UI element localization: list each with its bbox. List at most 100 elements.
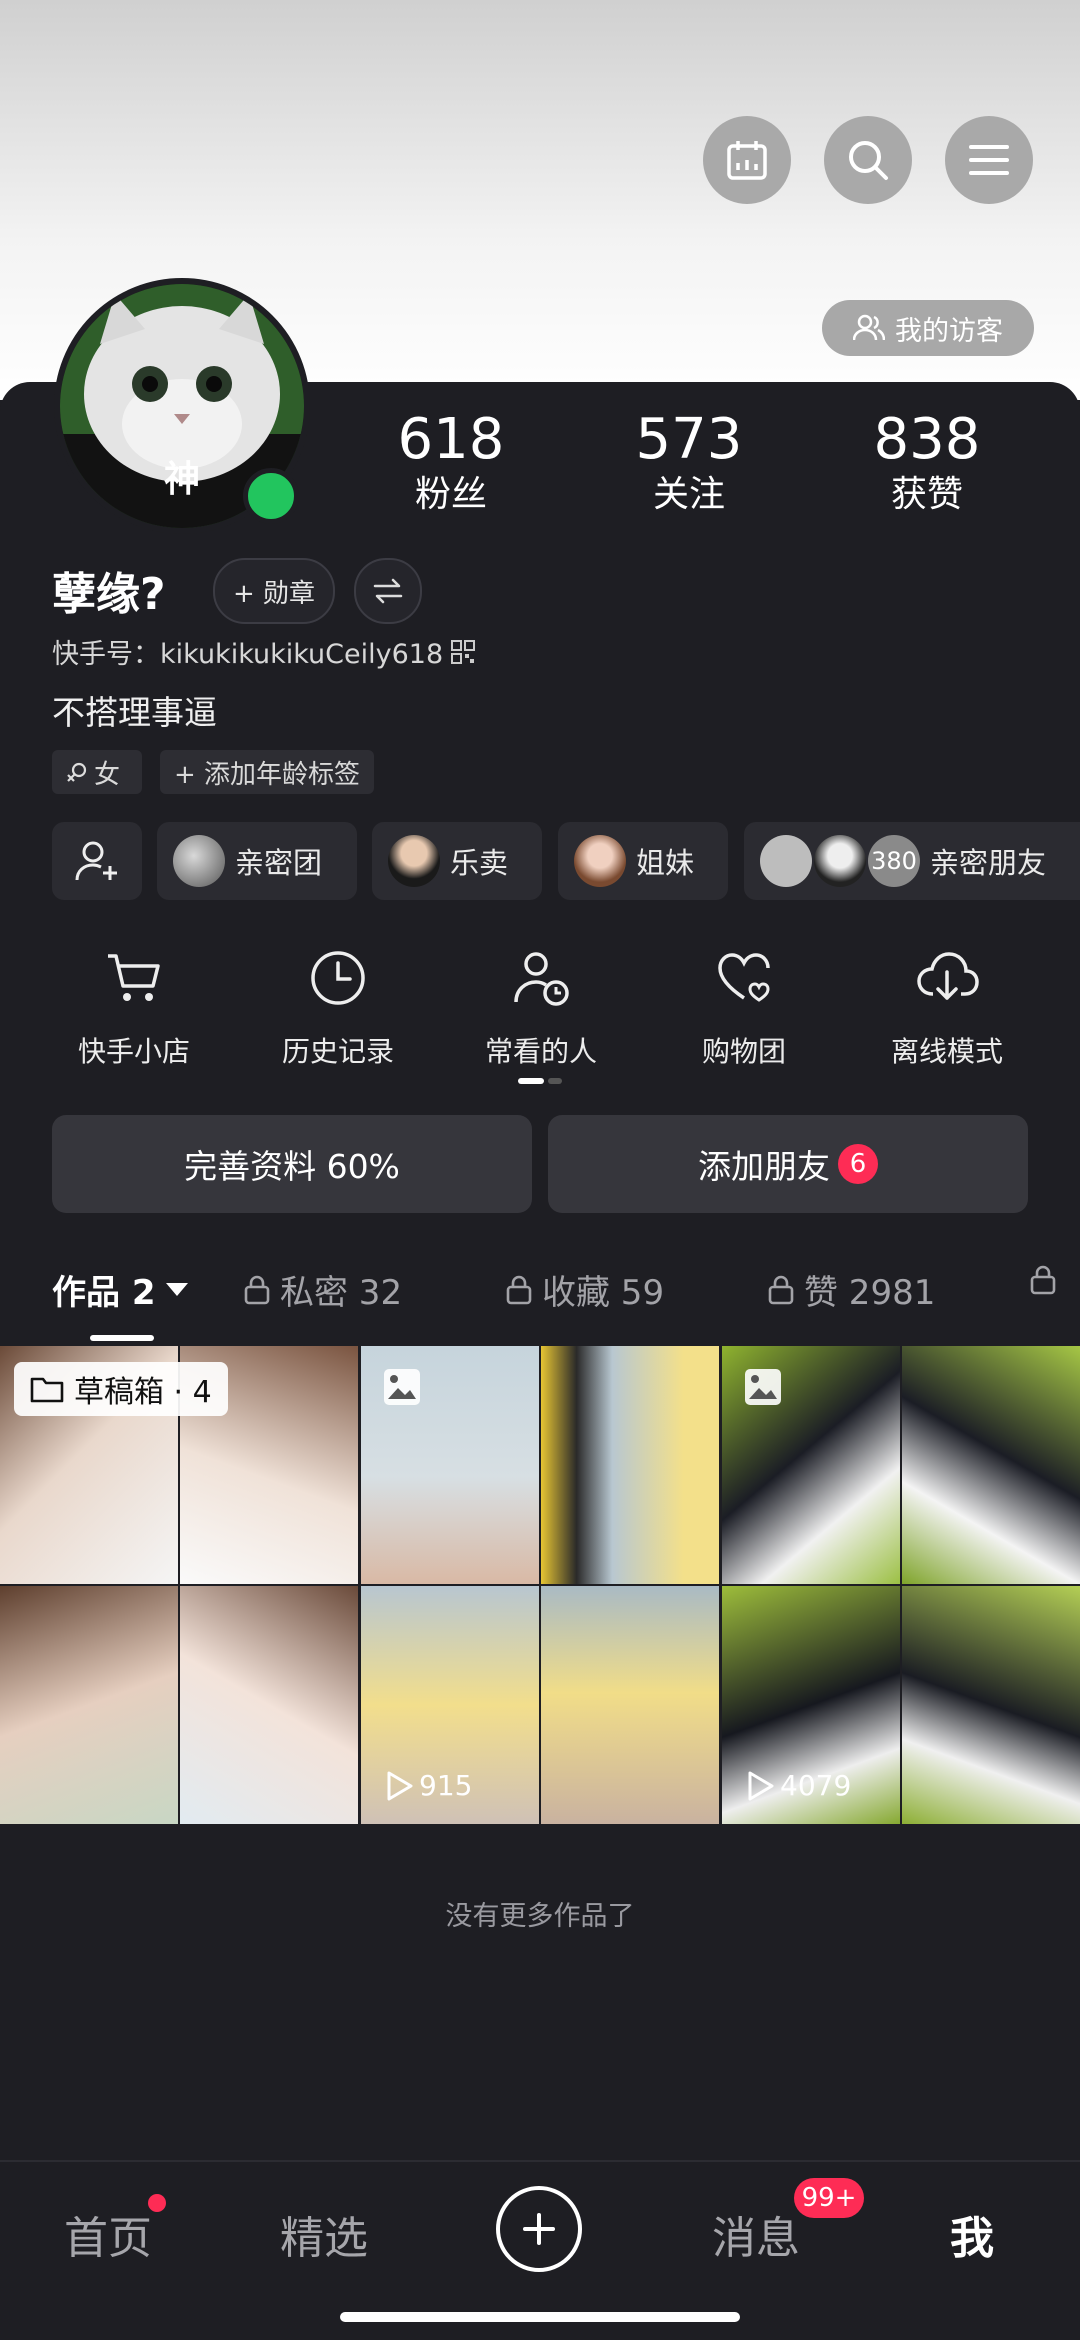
- nav-label: 我: [950, 2213, 994, 2264]
- tab-private[interactable]: 私密 32: [244, 1265, 402, 1314]
- function-label: 离线模式: [890, 1035, 1003, 1068]
- stat-following[interactable]: 573 关注: [589, 408, 789, 518]
- function-label: 历史记录: [281, 1035, 394, 1068]
- stat-likes[interactable]: 838 获赞: [827, 408, 1027, 518]
- thumbnail: [0, 1586, 178, 1824]
- nav-label: 首页: [64, 2213, 152, 2264]
- tab-works[interactable]: 作品 2: [52, 1265, 188, 1314]
- stat-label: 粉丝: [414, 474, 487, 515]
- group-avatar: [760, 835, 812, 887]
- thumbnail: [902, 1346, 1080, 1584]
- function-shopping-group[interactable]: 购物团: [664, 948, 824, 1070]
- thumbnail: [541, 1586, 719, 1824]
- tab-more[interactable]: [1030, 1265, 1056, 1295]
- work-tile-draft[interactable]: 草稿箱 · 4: [0, 1346, 358, 1824]
- tab-favorites[interactable]: 收藏 59: [506, 1265, 664, 1314]
- function-history[interactable]: 历史记录: [258, 948, 418, 1070]
- menu-button[interactable]: [945, 116, 1033, 204]
- function-offline-mode[interactable]: 离线模式: [867, 948, 1027, 1070]
- online-indicator: [243, 468, 299, 524]
- tab-likes[interactable]: 赞 2981: [768, 1265, 935, 1314]
- function-shop[interactable]: 快手小店: [54, 948, 214, 1070]
- swap-icon: [373, 578, 403, 604]
- group-avatar: [173, 835, 225, 887]
- group-avatar: [574, 835, 626, 887]
- cart-icon: [108, 954, 160, 1001]
- cloud-download-icon: [917, 952, 979, 1000]
- add-age-label: + 添加年龄标签: [174, 759, 361, 790]
- image-icon: [384, 1369, 420, 1405]
- group-chip-close-friends[interactable]: 380 亲密朋友: [744, 822, 1080, 900]
- add-age-tag[interactable]: + 添加年龄标签: [160, 750, 375, 794]
- content-tabs: 作品 2 私密 32 收藏 59 赞 2981: [0, 1265, 1080, 1341]
- gender-tag[interactable]: 女: [52, 750, 142, 794]
- nav-label: 精选: [280, 2213, 368, 2264]
- group-chip-lemai[interactable]: 乐卖: [372, 822, 542, 900]
- add-friends-button[interactable]: 添加朋友 6: [548, 1115, 1028, 1213]
- folder-icon: [30, 1377, 64, 1403]
- messages-badge: 99+: [794, 2178, 864, 2218]
- thumbnail: [180, 1586, 358, 1824]
- create-button[interactable]: [496, 2186, 582, 2272]
- play-icon: [387, 1771, 413, 1800]
- nav-label: 消息: [712, 2213, 800, 2264]
- stat-value: 618: [397, 407, 505, 472]
- nav-home[interactable]: 首页: [64, 2202, 152, 2266]
- calendar-icon: [727, 141, 767, 180]
- function-label: 快手小店: [77, 1035, 190, 1068]
- no-more-works: 没有更多作品了: [445, 1901, 635, 1932]
- nav-me[interactable]: 我: [950, 2202, 994, 2266]
- thumbnail: [541, 1346, 719, 1584]
- group-label: 亲密朋友: [930, 846, 1047, 880]
- stat-label: 关注: [652, 474, 725, 515]
- group-label: 亲密团: [235, 846, 323, 880]
- group-avatar: [814, 835, 866, 887]
- play-count-value: 4079: [780, 1769, 852, 1802]
- page-indicator: [518, 1078, 562, 1084]
- group-label: 姐妹: [636, 846, 695, 880]
- add-person-icon: [75, 841, 117, 881]
- complete-profile-button[interactable]: 完善资料 60%: [52, 1115, 532, 1213]
- draft-badge: 草稿箱 · 4: [14, 1362, 228, 1416]
- search-button[interactable]: [824, 116, 912, 204]
- nav-featured[interactable]: 精选: [280, 2202, 368, 2266]
- medal-button[interactable]: + 勋章: [213, 558, 335, 624]
- group-chip-sisters[interactable]: 姐妹: [558, 822, 728, 900]
- play-count: 915: [385, 1769, 472, 1802]
- function-label: 购物团: [701, 1035, 786, 1068]
- thumbnail: [902, 1586, 1080, 1824]
- heart-group-icon: [718, 953, 770, 1002]
- function-frequent-people[interactable]: 常看的人: [461, 948, 621, 1070]
- add-friends-badge: 6: [838, 1144, 878, 1184]
- tab-label: 私密 32: [280, 1273, 403, 1313]
- user-id[interactable]: 快手号：kikukikukikuCeily618: [52, 632, 476, 671]
- work-tile-video[interactable]: 4079: [722, 1346, 1080, 1824]
- people-icon: [853, 314, 885, 341]
- visitors-button[interactable]: 我的访客: [822, 300, 1034, 356]
- clock-icon: [311, 951, 365, 1005]
- plus-icon: [523, 2213, 555, 2245]
- play-count-value: 915: [419, 1769, 473, 1802]
- group-label: 乐卖: [450, 846, 509, 880]
- qr-code-icon: [451, 639, 476, 664]
- stat-value: 838: [873, 407, 981, 472]
- bottom-nav: 首页 精选 消息 99+ 我: [0, 2160, 1080, 2302]
- stat-followers[interactable]: 618 粉丝: [351, 408, 551, 518]
- switch-account-button[interactable]: [354, 558, 422, 624]
- home-indicator: [340, 2312, 740, 2322]
- lock-icon: [244, 1275, 270, 1304]
- add-friend-chip[interactable]: [52, 822, 142, 900]
- function-label: 常看的人: [484, 1035, 597, 1068]
- work-tile-video[interactable]: 915: [361, 1346, 719, 1824]
- complete-profile-label: 完善资料 60%: [184, 1147, 400, 1186]
- nav-messages[interactable]: 消息: [712, 2202, 800, 2266]
- stat-value: 573: [635, 407, 743, 472]
- home-dot: [148, 2194, 166, 2212]
- active-tab-indicator: [90, 1335, 154, 1341]
- group-chip-intimate[interactable]: 亲密团: [157, 822, 357, 900]
- person-clock-icon: [514, 952, 569, 1006]
- draft-label: 草稿箱 · 4: [74, 1375, 212, 1410]
- visitors-label: 我的访客: [895, 315, 1003, 347]
- calendar-button[interactable]: [703, 116, 791, 204]
- medal-label: + 勋章: [232, 578, 316, 609]
